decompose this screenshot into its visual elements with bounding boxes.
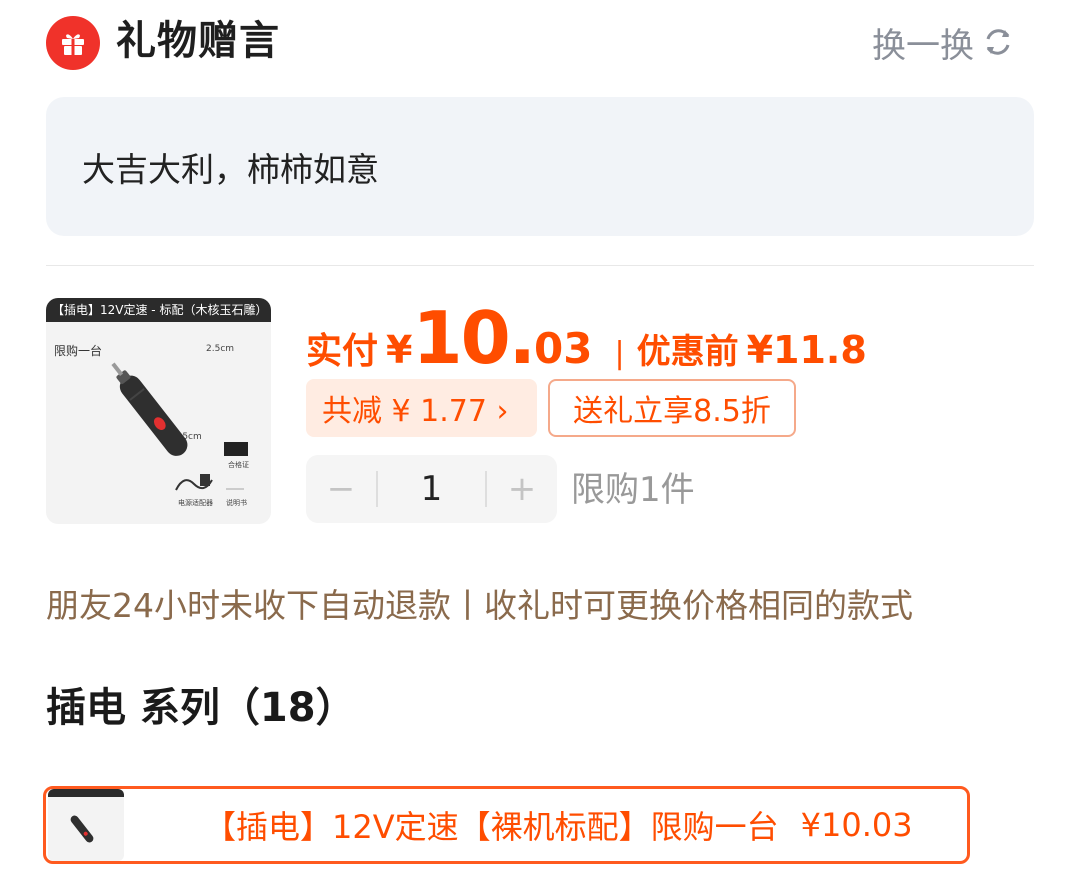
gift-discount-label: 送礼立享8.5折 (573, 394, 771, 429)
decrement-button[interactable]: − (306, 469, 376, 509)
increment-button[interactable]: + (487, 469, 557, 509)
product-image[interactable]: 【插电】12V定速 - 标配（木核玉石雕） 限购一台 2.5cm 15.5cm … (46, 298, 271, 524)
gift-icon (46, 16, 100, 70)
price-decimal: 03 (534, 324, 593, 373)
price-separator: | (614, 336, 625, 371)
page-title: 礼物赠言 (116, 18, 280, 64)
gift-message-box[interactable]: 大吉大利，柿柿如意 (46, 97, 1034, 236)
total-discount-button[interactable]: 共减 ¥ 1.77 › (306, 379, 537, 437)
rotary-tool-image (111, 362, 188, 456)
divider (46, 265, 1034, 266)
purchase-limit-text: 限购1件 (571, 470, 695, 510)
product-image-tag: 【插电】12V定速 - 标配（木核玉石雕） (46, 298, 271, 322)
manual-image (226, 488, 244, 490)
gift-discount-badge: 送礼立享8.5折 (548, 379, 796, 437)
refresh-button[interactable]: 换一换 (872, 18, 1016, 66)
series-title: 插电 系列（18） (46, 685, 356, 731)
before-discount-price: ¥11.8 (746, 328, 867, 372)
sku-price: ¥10.03 (800, 806, 913, 844)
refresh-icon (986, 29, 1010, 55)
sku-thumbnail (48, 789, 124, 861)
before-discount-label: 优惠前 (636, 332, 739, 372)
total-discount-label: 共减 ¥ 1.77 › (322, 394, 509, 429)
quantity-value[interactable]: 1 (378, 469, 485, 509)
pay-label: 实付 (306, 331, 379, 372)
refund-notice: 朋友24小时未收下自动退款丨收礼时可更换价格相同的款式 (46, 586, 913, 625)
currency-symbol: ¥ (386, 328, 413, 372)
image-certificate-label: 合格证 (228, 461, 249, 469)
quantity-stepper: − 1 + (306, 455, 557, 523)
image-adapter-label: 电源适配器 (178, 499, 213, 507)
refresh-label: 换一换 (872, 25, 974, 66)
image-manual-label: 说明书 (226, 499, 247, 507)
sku-option-selected[interactable]: 【插电】12V定速【裸机标配】限购一台 ¥10.03 (43, 786, 970, 864)
gift-message-text: 大吉大利，柿柿如意 (82, 149, 379, 189)
price-row: 实付 ¥ 10. 03 | 优惠前 ¥11.8 (306, 296, 867, 380)
price-integer: 10. (412, 296, 536, 380)
sku-label: 【插电】12V定速【裸机标配】限购一台 (204, 808, 779, 846)
certificate-card (224, 442, 248, 456)
adapter-image (175, 474, 213, 491)
